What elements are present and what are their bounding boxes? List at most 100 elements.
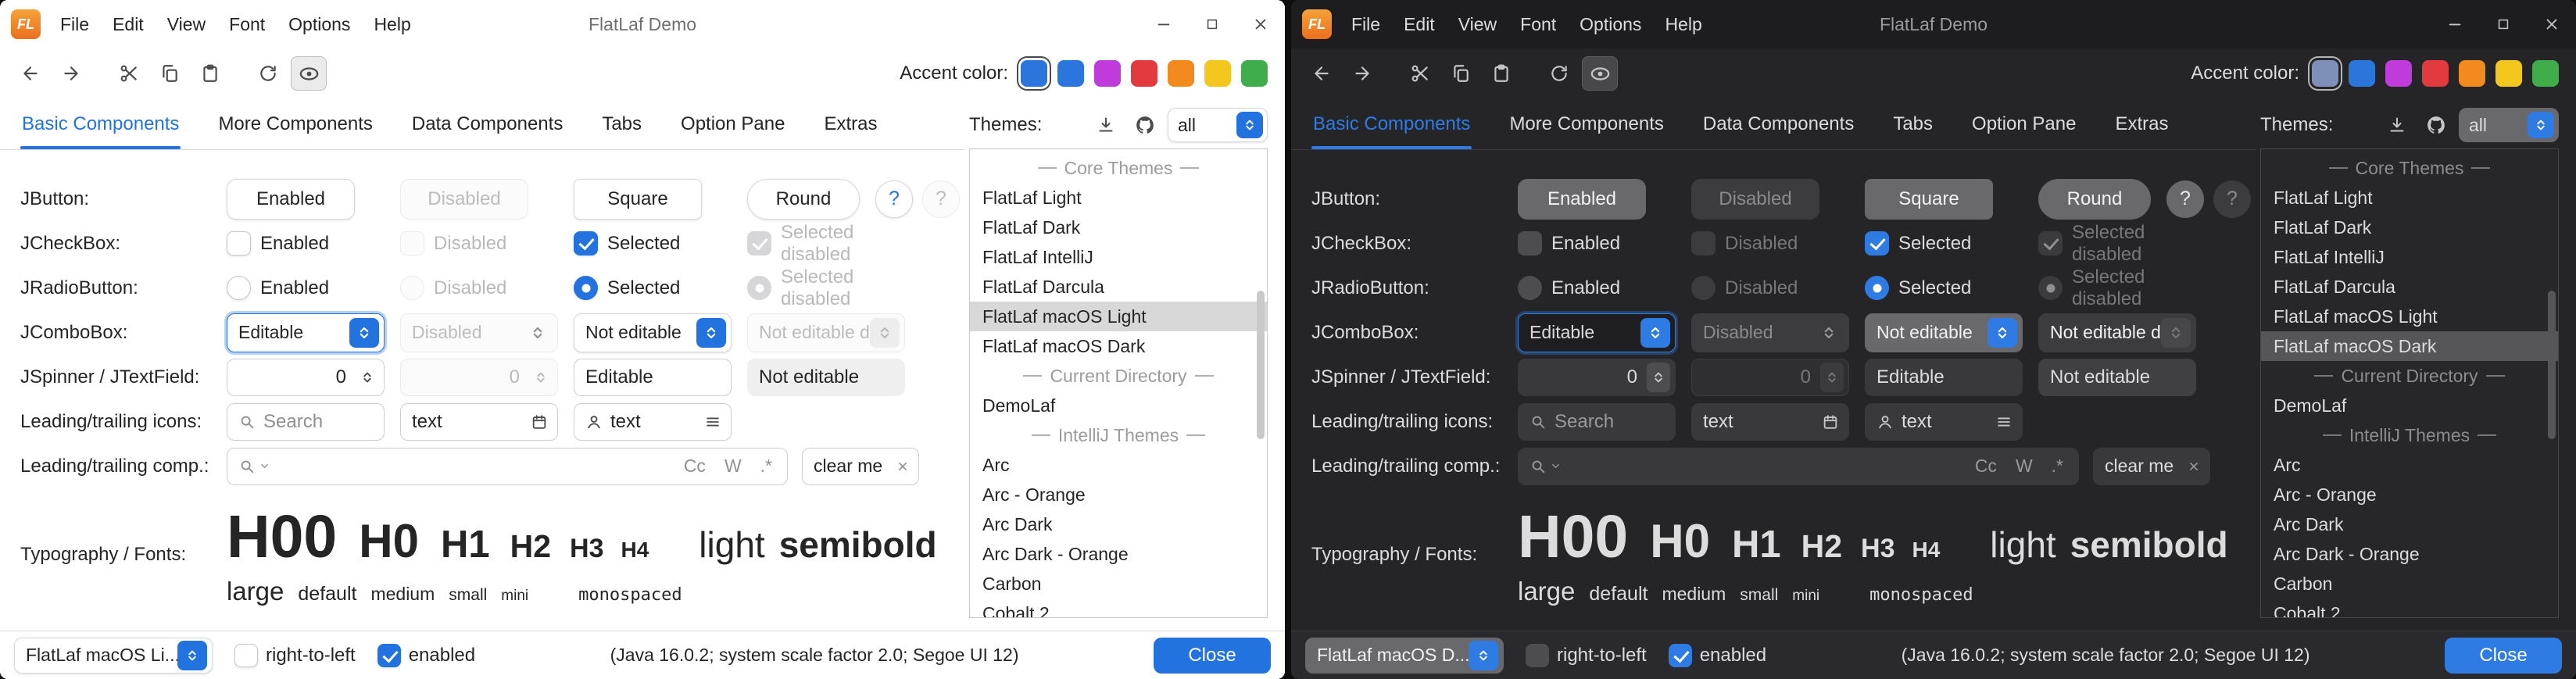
whole-words-toggle[interactable]: W (719, 456, 747, 477)
regex-toggle[interactable]: .* (755, 456, 778, 477)
accent-color-swatch[interactable] (2385, 60, 2412, 87)
user-field[interactable]: text (574, 403, 732, 441)
accent-color-swatch[interactable] (2349, 60, 2375, 87)
laf-combobox[interactable]: FlatLaf macOS D... (1305, 638, 1504, 674)
date-field[interactable]: text (1691, 403, 1849, 441)
radio-disabled[interactable]: Disabled (400, 276, 506, 300)
theme-list-item[interactable]: DemoLaf (970, 391, 1267, 420)
clear-icon[interactable] (2186, 459, 2202, 474)
theme-list-item[interactable]: FlatLaf macOS Light (970, 302, 1267, 331)
jbutton-round-button[interactable]: Round (747, 179, 860, 220)
chevron-down-icon[interactable] (259, 460, 270, 472)
back-button[interactable] (1304, 56, 1340, 91)
combobox-noneditable[interactable]: Not editable (574, 313, 732, 352)
help-button[interactable]: ? (2166, 180, 2204, 218)
search-history-field[interactable]: Cc W .* (227, 448, 788, 485)
menu-help[interactable]: Help (1653, 14, 1713, 35)
spinner-disabled[interactable]: 0 (1691, 359, 1849, 396)
menu-options[interactable]: Options (1568, 14, 1653, 35)
tab-tabs[interactable]: Tabs (1891, 113, 1934, 149)
theme-list-item[interactable]: Arc Dark (970, 509, 1267, 539)
search-history-field[interactable]: Cc W .* (1518, 448, 2079, 485)
accent-color-swatch[interactable] (2459, 60, 2485, 87)
themes-filter-combobox[interactable]: all (2459, 108, 2559, 142)
accent-color-swatch[interactable] (2312, 60, 2338, 87)
combobox-disabled[interactable]: Disabled (1691, 313, 1849, 352)
checkbox-selected[interactable]: Selected (574, 231, 680, 256)
theme-list-item[interactable]: FlatLaf IntelliJ (970, 242, 1267, 272)
tab-extras[interactable]: Extras (2113, 113, 2170, 149)
tab-basic-components[interactable]: Basic Components (20, 113, 181, 149)
scrollbar-thumb[interactable] (2548, 291, 2556, 439)
menu-font[interactable]: Font (1508, 14, 1568, 35)
paste-button[interactable] (1483, 56, 1519, 91)
theme-list-item[interactable]: FlatLaf Darcula (2261, 272, 2558, 302)
spinner-enabled[interactable]: 0 (227, 359, 385, 396)
theme-list-item[interactable]: Arc Dark (2261, 509, 2558, 539)
spinner-stepper-icon[interactable] (356, 363, 379, 392)
accent-color-swatch[interactable] (1204, 60, 1231, 87)
copy-button[interactable] (1443, 56, 1479, 91)
spinner-enabled[interactable]: 0 (1518, 359, 1676, 396)
whole-words-toggle[interactable]: W (2010, 456, 2038, 477)
checkbox-enabled[interactable]: Enabled (1518, 231, 1620, 256)
theme-list-item[interactable]: FlatLaf macOS Light (2261, 302, 2558, 331)
menu-help[interactable]: Help (362, 14, 422, 35)
cut-button[interactable] (111, 56, 147, 91)
jbutton-enabled-button[interactable]: Enabled (1518, 179, 1646, 220)
theme-list-item[interactable]: FlatLaf macOS Dark (970, 331, 1267, 361)
combobox-noneditable[interactable]: Not editable (1865, 313, 2023, 352)
right-to-left-checkbox[interactable]: right-to-left (234, 644, 356, 667)
forward-button[interactable] (53, 56, 89, 91)
checkbox-enabled[interactable]: Enabled (227, 231, 329, 256)
textfield-noneditable[interactable]: Not editable (2038, 359, 2196, 396)
tab-data-components[interactable]: Data Components (410, 113, 564, 149)
menu-edit[interactable]: Edit (101, 14, 156, 35)
combobox-editable[interactable]: Editable (1518, 313, 1676, 352)
show-hidden-eye-toggle[interactable] (1582, 56, 1618, 91)
radio-disabled[interactable]: Disabled (1691, 276, 1798, 300)
tab-basic-components[interactable]: Basic Components (1311, 113, 1472, 149)
copy-button[interactable] (152, 56, 188, 91)
tab-more-components[interactable]: More Components (216, 113, 374, 149)
combobox-noneditable-disabled[interactable]: Not editable dis... (747, 313, 905, 352)
calendar-icon[interactable] (531, 413, 548, 431)
download-themes-button[interactable] (1089, 109, 1122, 141)
help-button[interactable]: ? (875, 180, 913, 218)
combobox-arrows-icon[interactable] (2528, 112, 2554, 138)
accent-color-swatch[interactable] (1094, 60, 1121, 87)
jbutton-square-button[interactable]: Square (1865, 179, 1993, 220)
theme-list-item[interactable]: Carbon (2261, 569, 2558, 599)
refresh-button[interactable] (250, 56, 286, 91)
theme-list-item[interactable]: Arc Dark - Orange (970, 539, 1267, 569)
textfield-editable[interactable]: Editable (1865, 359, 2023, 396)
combobox-arrows-icon[interactable] (1987, 318, 2017, 348)
accent-color-swatch[interactable] (2496, 60, 2522, 87)
spinner-disabled[interactable]: 0 (400, 359, 558, 396)
help-button-disabled[interactable]: ? (922, 180, 960, 218)
close-dialog-button[interactable]: Close (2445, 638, 2562, 674)
combobox-editable[interactable]: Editable (227, 313, 385, 352)
spinner-stepper-icon[interactable] (1647, 363, 1670, 392)
scrollbar-thumb[interactable] (1257, 291, 1265, 439)
theme-list-item[interactable]: FlatLaf Dark (2261, 213, 2558, 242)
back-button[interactable] (13, 56, 48, 91)
laf-combobox[interactable]: FlatLaf macOS Li... (14, 638, 213, 674)
user-field[interactable]: text (1865, 403, 2023, 441)
radio-selected-disabled[interactable]: Selected disabled (747, 266, 921, 310)
match-case-toggle[interactable]: Cc (678, 456, 711, 477)
jbutton-enabled-button[interactable]: Enabled (227, 179, 355, 220)
close-dialog-button[interactable]: Close (1154, 638, 1271, 674)
maximize-button[interactable] (1188, 0, 1236, 48)
tab-more-components[interactable]: More Components (1508, 113, 1665, 149)
refresh-button[interactable] (1541, 56, 1577, 91)
menu-options[interactable]: Options (277, 14, 362, 35)
jbutton-disabled-button[interactable]: Disabled (1691, 179, 1819, 220)
tab-tabs[interactable]: Tabs (600, 113, 643, 149)
menu-view[interactable]: View (1447, 14, 1508, 35)
tab-extras[interactable]: Extras (822, 113, 878, 149)
close-window-button[interactable] (2528, 0, 2576, 48)
textfield-noneditable[interactable]: Not editable (747, 359, 905, 396)
clear-icon[interactable] (895, 459, 911, 474)
menu-file[interactable]: File (48, 14, 101, 35)
